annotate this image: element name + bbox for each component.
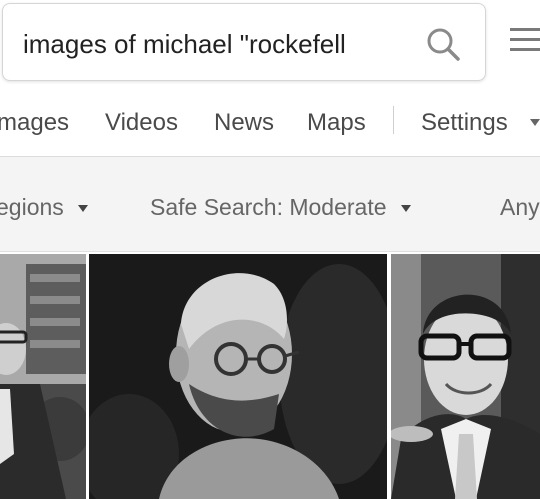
- top-bar: images of michael "rockefell: [0, 0, 540, 92]
- filter-any-time[interactable]: Any: [500, 192, 540, 222]
- filter-safe-search-label: Safe Search: Moderate: [150, 194, 387, 220]
- result-image-1[interactable]: [0, 254, 86, 499]
- search-input[interactable]: images of michael "rockefell: [23, 24, 398, 64]
- search-tabs: mages Videos News Maps Settings: [0, 92, 540, 157]
- caret-down-icon: [400, 205, 411, 213]
- filter-regions-label: egions: [0, 194, 64, 220]
- caret-down-icon: [77, 205, 88, 213]
- settings-caret-icon: [530, 119, 540, 126]
- tab-videos[interactable]: Videos: [105, 108, 178, 138]
- search-icon[interactable]: [423, 24, 463, 64]
- tab-images[interactable]: mages: [0, 108, 69, 138]
- filter-bar: egions Safe Search: Moderate Any: [0, 157, 540, 252]
- filter-regions[interactable]: egions: [0, 192, 88, 222]
- image-results: [0, 252, 540, 499]
- filter-safe-search[interactable]: Safe Search: Moderate: [150, 192, 411, 222]
- search-box[interactable]: images of michael "rockefell: [2, 3, 486, 81]
- tab-news[interactable]: News: [214, 108, 274, 138]
- result-image-3[interactable]: [391, 254, 540, 499]
- hamburger-menu-icon[interactable]: [506, 24, 540, 54]
- tab-settings[interactable]: Settings: [421, 108, 508, 138]
- tab-maps[interactable]: Maps: [307, 108, 366, 138]
- result-image-2[interactable]: [89, 254, 387, 499]
- tab-divider: [393, 106, 394, 134]
